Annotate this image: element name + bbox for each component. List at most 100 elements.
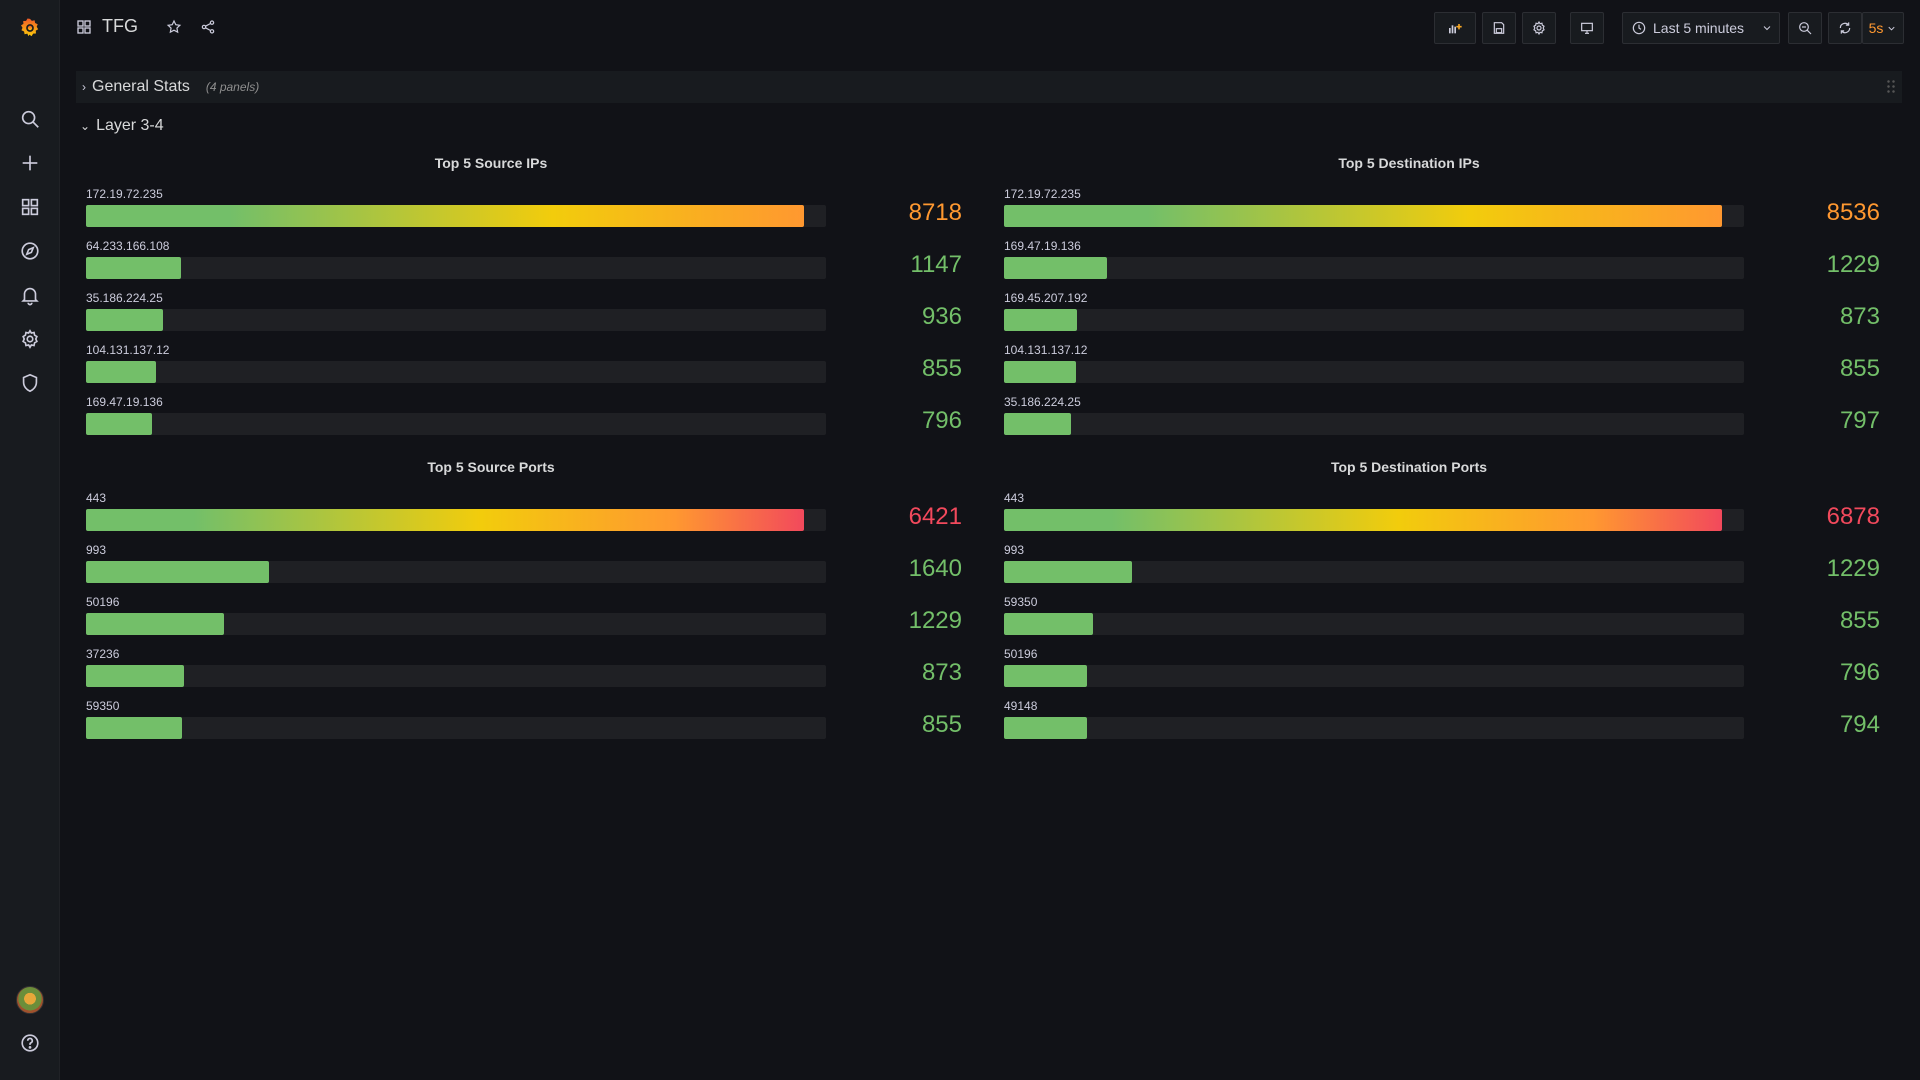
bar-value: 855 bbox=[921, 711, 962, 738]
bar-value: 1229 bbox=[1826, 555, 1880, 582]
bar-label: 104.131.137.12 bbox=[1004, 343, 1088, 357]
grafana-logo-icon[interactable] bbox=[0, 8, 60, 48]
bar-track bbox=[86, 509, 826, 531]
bar-value: 855 bbox=[1839, 355, 1880, 382]
bar-fill bbox=[1004, 257, 1108, 279]
bar-row: 169.45.207.192 873 bbox=[1004, 291, 1884, 343]
panel-title[interactable]: Top 5 Source Ports bbox=[76, 459, 906, 479]
bar-fill bbox=[86, 509, 805, 531]
gear-icon[interactable] bbox=[0, 319, 60, 359]
chevron-down-icon: ⌄ bbox=[80, 119, 91, 133]
bar-value: 873 bbox=[921, 659, 962, 686]
bar-label: 59350 bbox=[86, 699, 120, 713]
bar-label: 172.19.72.235 bbox=[1004, 187, 1081, 201]
bar-track bbox=[86, 717, 826, 739]
save-dashboard-button[interactable] bbox=[1482, 12, 1516, 44]
bell-icon[interactable] bbox=[0, 275, 60, 315]
bar-row: 50196 796 bbox=[1004, 647, 1884, 699]
bar-fill bbox=[1004, 509, 1723, 531]
search-icon[interactable] bbox=[0, 99, 60, 139]
zoom-out-button[interactable] bbox=[1788, 12, 1822, 44]
bar-track bbox=[1004, 413, 1744, 435]
panel-top-destination-ports[interactable]: Top 5 Destination Ports 443 6878 993 1229 593… bbox=[994, 459, 1884, 759]
bar-row: 35.186.224.25 797 bbox=[1004, 395, 1884, 447]
bar-track bbox=[1004, 361, 1744, 383]
bar-row: 104.131.137.12 855 bbox=[1004, 343, 1884, 395]
bar-value: 797 bbox=[1839, 407, 1880, 434]
bar-fill bbox=[1004, 665, 1088, 687]
panel-title[interactable]: Top 5 Destination IPs bbox=[994, 155, 1824, 175]
bar-row: 35.186.224.25 936 bbox=[86, 291, 966, 343]
bar-value: 936 bbox=[921, 303, 962, 330]
bar-label: 169.47.19.136 bbox=[86, 395, 163, 409]
bar-label: 172.19.72.235 bbox=[86, 187, 163, 201]
bar-value: 1640 bbox=[908, 555, 962, 582]
panel-title[interactable]: Top 5 Destination Ports bbox=[994, 459, 1824, 479]
row-general-stats[interactable]: › General Stats (4 panels) bbox=[76, 71, 1902, 103]
tv-mode-button[interactable] bbox=[1570, 12, 1604, 44]
time-range-picker[interactable]: Last 5 minutes bbox=[1622, 12, 1780, 44]
bar-value: 6421 bbox=[908, 503, 962, 530]
bar-row: 50196 1229 bbox=[86, 595, 966, 647]
row-layer-3-4[interactable]: ⌄ Layer 3-4 bbox=[76, 114, 164, 138]
bar-fill bbox=[1004, 205, 1723, 227]
chevron-down-icon bbox=[1888, 26, 1895, 31]
dashboards-grid-icon[interactable] bbox=[0, 187, 60, 227]
compass-icon[interactable] bbox=[0, 231, 60, 271]
bar-track bbox=[86, 613, 826, 635]
avatar bbox=[16, 986, 44, 1014]
bar-track bbox=[1004, 309, 1744, 331]
bar-row: 37236 873 bbox=[86, 647, 966, 699]
bar-fill bbox=[86, 561, 270, 583]
help-icon[interactable] bbox=[0, 1023, 60, 1063]
panel-top-source-ports[interactable]: Top 5 Source Ports 443 6421 993 1640 50196 122… bbox=[76, 459, 966, 759]
bar-label: 35.186.224.25 bbox=[86, 291, 163, 305]
bar-row: 993 1640 bbox=[86, 543, 966, 595]
bar-track bbox=[86, 665, 826, 687]
dashboard-title[interactable]: TFG bbox=[102, 16, 138, 37]
panel-top-destination-ips[interactable]: Top 5 Destination IPs 172.19.72.235 8536 16… bbox=[994, 155, 1884, 455]
bar-value: 855 bbox=[1839, 607, 1880, 634]
bar-label: 443 bbox=[1004, 491, 1025, 505]
bar-value: 794 bbox=[1839, 711, 1880, 738]
refresh-button[interactable] bbox=[1828, 12, 1862, 44]
bar-value: 1147 bbox=[910, 251, 962, 278]
bar-row: 59350 855 bbox=[1004, 595, 1884, 647]
bar-label: 169.45.207.192 bbox=[1004, 291, 1088, 305]
drag-handle-icon[interactable] bbox=[1886, 79, 1896, 95]
bar-row: 49148 794 bbox=[1004, 699, 1884, 751]
bar-track bbox=[1004, 665, 1744, 687]
bar-value: 1229 bbox=[908, 607, 962, 634]
chevron-down-icon bbox=[1763, 26, 1771, 31]
bar-row: 169.47.19.136 1229 bbox=[1004, 239, 1884, 291]
bar-label: 993 bbox=[1004, 543, 1025, 557]
user-avatar[interactable] bbox=[0, 980, 60, 1020]
row-title: Layer 3-4 bbox=[96, 117, 164, 134]
bar-label: 169.47.19.136 bbox=[1004, 239, 1081, 253]
bar-value: 796 bbox=[921, 407, 962, 434]
bar-fill bbox=[86, 257, 181, 279]
bar-value: 796 bbox=[1839, 659, 1880, 686]
bar-row: 172.19.72.235 8536 bbox=[1004, 187, 1884, 239]
add-panel-button[interactable] bbox=[1434, 12, 1476, 44]
dashboard-apps-icon bbox=[77, 19, 91, 34]
panel-top-source-ips[interactable]: Top 5 Source IPs 172.19.72.235 8718 64.233.… bbox=[76, 155, 966, 455]
panel-title[interactable]: Top 5 Source IPs bbox=[76, 155, 906, 175]
star-icon[interactable] bbox=[166, 19, 182, 35]
shield-icon[interactable] bbox=[0, 363, 60, 403]
bar-fill bbox=[1004, 361, 1076, 383]
bar-fill bbox=[1004, 717, 1087, 739]
share-icon[interactable] bbox=[200, 19, 216, 35]
plus-icon[interactable] bbox=[0, 143, 60, 183]
dashboard-settings-button[interactable] bbox=[1522, 12, 1556, 44]
refresh-interval-picker[interactable]: 5s bbox=[1862, 12, 1904, 44]
bar-label: 50196 bbox=[1004, 647, 1038, 661]
bar-value: 873 bbox=[1839, 303, 1880, 330]
time-range-label: Last 5 minutes bbox=[1653, 20, 1745, 36]
bar-label: 37236 bbox=[86, 647, 120, 661]
bar-track bbox=[86, 257, 826, 279]
save-icon bbox=[1493, 22, 1505, 34]
bar-track bbox=[86, 361, 826, 383]
bar-track bbox=[1004, 561, 1744, 583]
bar-fill bbox=[86, 309, 164, 331]
